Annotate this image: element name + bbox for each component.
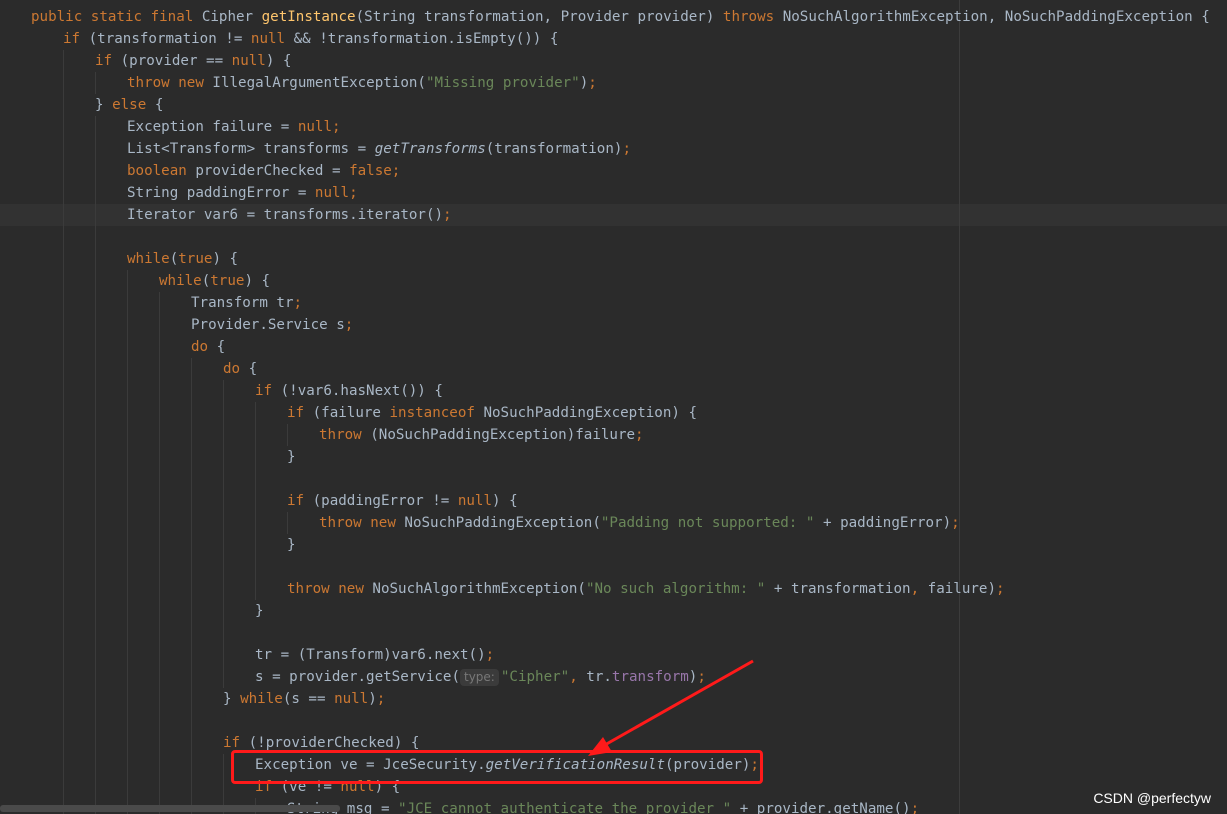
horizontal-scrollbar[interactable] [0, 805, 340, 812]
code-editor[interactable]: public static final Cipher getInstance(S… [0, 0, 1227, 814]
watermark: CSDN @perfectyw [1093, 790, 1211, 806]
annotation-arrow-icon [588, 659, 754, 756]
